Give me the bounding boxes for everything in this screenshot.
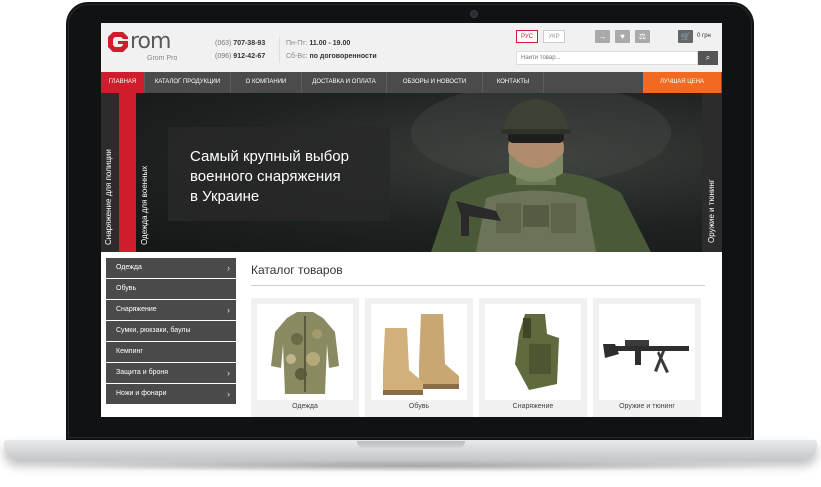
hero-title: Самый крупный выбор военного снаряжения … <box>190 148 349 205</box>
sidebar-item-gear[interactable]: Снаряжение › <box>106 300 236 320</box>
sidebar-item-label: Кемпинг <box>116 348 143 355</box>
camo-jacket-image <box>257 304 353 400</box>
nav-about[interactable]: О компании <box>231 72 302 93</box>
hero-tab-military-label: Одежда для военных <box>140 165 149 245</box>
tactical-boots-image <box>371 304 467 400</box>
sidebar-item-armor[interactable]: Защита и броня › <box>106 363 236 383</box>
nav-best-price[interactable]: Лучшая цена <box>643 72 722 93</box>
cart-total: 0 грн <box>697 33 711 39</box>
hero-tab-police-label: Снаряжение для полиции <box>104 149 113 245</box>
search-input[interactable] <box>516 51 698 65</box>
phone2-number[interactable]: 912-42-67 <box>233 53 265 60</box>
sidebar-item-label: Ножи и фонари <box>116 390 167 397</box>
screen: rom Grom Pro (063) 707-38-93 (096) 912-4… <box>101 23 722 417</box>
logo-g-icon <box>108 32 128 52</box>
sidebar-item-footwear[interactable]: Обувь <box>106 279 236 299</box>
nav-delivery[interactable]: Доставка и оплата <box>302 72 387 93</box>
hero-banner: Снаряжение для полиции Одежда для военны… <box>101 93 722 252</box>
soldier-image <box>411 93 671 252</box>
laptop-shadow <box>30 460 790 472</box>
phone-numbers: (063) 707-38-93 (096) 912-42-67 <box>215 37 265 63</box>
sidebar-item-label: Одежда <box>116 264 142 271</box>
nav-contacts[interactable]: Контакты <box>483 72 544 93</box>
rifle-image <box>599 304 695 400</box>
phone1-code: (063) <box>215 40 232 47</box>
search-icon[interactable]: ⌕ <box>698 51 718 65</box>
hours2-value: по договоренности <box>309 53 377 60</box>
favorites-icon[interactable]: ♥ <box>615 30 630 43</box>
hours1-value: 11.00 - 19.00 <box>309 40 351 47</box>
camera <box>470 10 478 18</box>
catalog-card-label: Одежда <box>292 403 318 410</box>
main-nav: Главная Каталог продукции О компании Дос… <box>101 72 722 93</box>
chevron-right-icon: › <box>227 368 230 378</box>
hero-tab-weapons[interactable]: Оружие и тюнинг <box>702 93 722 252</box>
catalog-section: Каталог товаров Одежда Обувь Снаряжение … <box>237 252 722 417</box>
catalog-card-footwear[interactable]: Обувь <box>365 298 473 417</box>
cart-icon: 🛒 <box>678 30 693 43</box>
catalog-title: Каталог товаров <box>251 263 343 277</box>
nav-news[interactable]: Обзоры и новости <box>387 72 483 93</box>
lang-ru-button[interactable]: РУС <box>516 30 538 43</box>
nav-home[interactable]: Главная <box>101 72 145 93</box>
hero-tab-military[interactable]: Одежда для военных <box>119 93 149 252</box>
sidebar-item-camping[interactable]: Кемпинг <box>106 342 236 362</box>
logo-subtitle: Grom Pro <box>147 55 178 62</box>
catalog-card-clothing[interactable]: Одежда <box>251 298 359 417</box>
cart[interactable]: 🛒 0 грн <box>678 30 718 44</box>
logo-text: rom <box>130 29 171 54</box>
lang-ua-button[interactable]: УКР <box>543 30 565 43</box>
sidebar-item-label: Защита и броня <box>116 369 169 376</box>
catalog-card-weapons[interactable]: Оружие и тюнинг <box>593 298 701 417</box>
catalog-divider <box>251 285 705 286</box>
sidebar-item-label: Снаряжение <box>116 306 157 313</box>
chevron-right-icon: › <box>227 389 230 399</box>
hero-text-panel: Самый крупный выбор военного снаряжения … <box>168 127 390 221</box>
sidebar-item-bags[interactable]: Сумки, рюкзаки, баулы <box>106 321 236 341</box>
compare-icon[interactable]: ⚖ <box>635 30 650 43</box>
login-icon[interactable]: → <box>595 30 610 43</box>
site-header: rom Grom Pro (063) 707-38-93 (096) 912-4… <box>101 23 722 72</box>
phone2-code: (096) <box>215 53 232 60</box>
sidebar-item-label: Обувь <box>116 285 137 292</box>
hero-tab-weapons-label: Оружие и тюнинг <box>707 179 716 243</box>
catalog-card-label: Снаряжение <box>512 403 554 410</box>
catalog-card-label: Оружие и тюнинг <box>619 403 675 410</box>
category-sidebar: Одежда › Обувь Снаряжение › Сумки, рюкзаки… <box>101 252 237 417</box>
hours2-label: Сб-Вс: <box>286 53 308 60</box>
chevron-right-icon: › <box>227 305 230 315</box>
chevron-right-icon: › <box>227 263 230 273</box>
holster-image <box>485 304 581 400</box>
nav-catalog[interactable]: Каталог продукции <box>145 72 231 93</box>
sidebar-item-label: Сумки, рюкзаки, баулы <box>116 327 191 334</box>
sidebar-item-clothing[interactable]: Одежда › <box>106 258 236 278</box>
hours1-label: Пн-Пт: <box>286 40 308 47</box>
working-hours: Пн-Пт: 11.00 - 19.00 Сб-Вс: по договорен… <box>279 37 377 63</box>
phone1-number[interactable]: 707-38-93 <box>233 40 265 47</box>
catalog-card-label: Обувь <box>408 403 430 410</box>
logo[interactable]: rom Grom Pro <box>107 29 179 65</box>
main-content: Одежда › Обувь Снаряжение › Сумки, рюкзаки… <box>101 252 722 417</box>
sidebar-item-knives[interactable]: Ножи и фонари › <box>106 384 236 404</box>
slider-dots <box>397 244 411 252</box>
laptop-notch <box>357 441 465 449</box>
hero-tab-police[interactable]: Снаряжение для полиции <box>101 93 119 252</box>
catalog-card-gear[interactable]: Снаряжение <box>479 298 587 417</box>
